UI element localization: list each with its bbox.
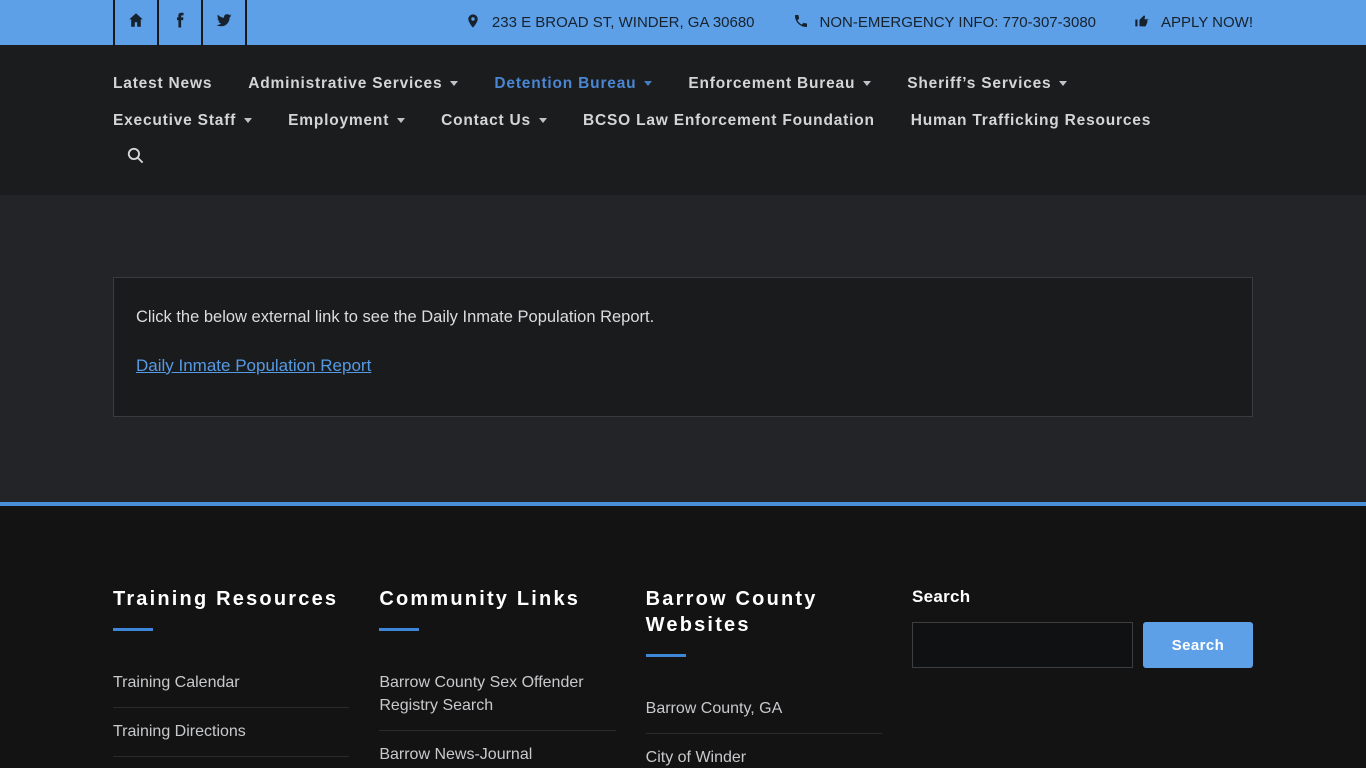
nav-item-bcso-foundation[interactable]: BCSO Law Enforcement Foundation bbox=[583, 112, 875, 130]
caret-down-icon bbox=[397, 118, 406, 123]
nav-item-employment[interactable]: Employment bbox=[288, 111, 406, 130]
facebook-button[interactable] bbox=[159, 0, 203, 45]
address-item: 233 E BROAD ST, WINDER, GA 30680 bbox=[465, 13, 755, 33]
notice-text: Click the below external link to see the… bbox=[136, 308, 655, 326]
nav-item-latest-news[interactable]: Latest News bbox=[113, 75, 212, 93]
footer-heading: Training Resources bbox=[113, 588, 339, 610]
topbar-info: 233 E BROAD ST, WINDER, GA 30680 NON-EME… bbox=[247, 0, 1366, 45]
caret-down-icon bbox=[450, 81, 459, 86]
address-text: 233 E BROAD ST, WINDER, GA 30680 bbox=[491, 14, 755, 31]
nav-row-2: Executive Staff Employment Contact Us BC… bbox=[113, 102, 1253, 139]
nav-item-sheriffs-services[interactable]: Sheriff’s Services bbox=[907, 74, 1068, 93]
inmate-report-notice-box: Click the below external link to see the… bbox=[113, 277, 1253, 417]
map-pin-icon bbox=[465, 13, 481, 33]
footer-link-barrow-county-ga[interactable]: Barrow County, GA bbox=[645, 697, 882, 735]
caret-down-icon bbox=[644, 81, 653, 86]
nav-label: BCSO Law Enforcement Foundation bbox=[582, 111, 875, 129]
nav-label: Administrative Services bbox=[248, 74, 443, 92]
footer-link-training-directions[interactable]: Training Directions bbox=[113, 708, 350, 758]
caret-down-icon bbox=[538, 118, 547, 123]
apply-now-text: APPLY NOW! bbox=[1161, 14, 1253, 31]
nav-label: Latest News bbox=[113, 74, 213, 92]
facebook-icon bbox=[171, 11, 189, 34]
footer-link-city-of-winder[interactable]: City of Winder bbox=[646, 734, 882, 768]
caret-down-icon bbox=[1059, 81, 1068, 86]
nav-item-detention-bureau[interactable]: Detention Bureau bbox=[494, 74, 653, 93]
social-links bbox=[113, 0, 247, 45]
daily-inmate-population-report-link[interactable]: Daily Inmate Population Report bbox=[136, 356, 371, 376]
phone-icon bbox=[793, 13, 809, 33]
heading-underline bbox=[379, 628, 420, 631]
nav-item-executive-staff[interactable]: Executive Staff bbox=[113, 111, 253, 130]
phone-text: NON-EMERGENCY INFO: 770-307-3080 bbox=[819, 14, 1097, 31]
footer-link-training-calendar[interactable]: Training Calendar bbox=[113, 671, 350, 709]
nav-label: Enforcement Bureau bbox=[688, 74, 856, 92]
main-content: Click the below external link to see the… bbox=[0, 195, 1366, 502]
nav-item-enforcement-bureau[interactable]: Enforcement Bureau bbox=[688, 74, 872, 93]
footer-heading: Community Links bbox=[379, 588, 581, 610]
twitter-icon bbox=[215, 11, 233, 34]
phone-item: NON-EMERGENCY INFO: 770-307-3080 bbox=[793, 13, 1096, 33]
twitter-button[interactable] bbox=[203, 0, 247, 45]
nav-item-human-trafficking[interactable]: Human Trafficking Resources bbox=[911, 112, 1151, 130]
footer-column-community-links: Community Links Barrow County Sex Offend… bbox=[379, 586, 616, 768]
nav-label: Executive Staff bbox=[113, 111, 237, 129]
heading-underline bbox=[645, 654, 686, 657]
nav-label: Employment bbox=[288, 111, 390, 129]
footer-link-barrow-news-journal[interactable]: Barrow News-Journal bbox=[379, 731, 615, 768]
footer-column-training-resources: Training Resources Training Calendar Tra… bbox=[113, 586, 350, 768]
footer: Training Resources Training Calendar Tra… bbox=[0, 506, 1366, 768]
footer-search-input[interactable] bbox=[911, 622, 1133, 669]
nav-row-1: Latest News Administrative Services Dete… bbox=[113, 65, 1253, 102]
caret-down-icon bbox=[244, 118, 253, 123]
footer-link-training-request-forms[interactable]: Training Request Forms bbox=[113, 757, 349, 768]
nav-item-contact-us[interactable]: Contact Us bbox=[441, 112, 547, 130]
search-label: Search bbox=[911, 587, 971, 606]
footer-heading: Barrow County Websites bbox=[645, 588, 818, 636]
home-icon bbox=[127, 11, 145, 34]
nav-search-button[interactable] bbox=[126, 146, 145, 170]
nav-label: Contact Us bbox=[441, 111, 531, 129]
nav-label: Human Trafficking Resources bbox=[910, 111, 1152, 129]
nav-label: Sheriff’s Services bbox=[907, 74, 1052, 92]
main-navigation: Latest News Administrative Services Dete… bbox=[0, 45, 1366, 195]
footer-column-barrow-county-websites: Barrow County Websites Barrow County, GA… bbox=[645, 586, 882, 768]
caret-down-icon bbox=[863, 81, 872, 86]
footer-search-widget: Search Search bbox=[911, 586, 1253, 768]
thumbs-up-icon bbox=[1134, 13, 1150, 33]
nav-label: Detention Bureau bbox=[494, 74, 637, 92]
apply-now-link[interactable]: APPLY NOW! bbox=[1134, 13, 1253, 33]
nav-row-3 bbox=[113, 139, 1253, 176]
nav-item-administrative-services[interactable]: Administrative Services bbox=[248, 74, 459, 93]
heading-underline bbox=[113, 628, 153, 631]
topbar: 233 E BROAD ST, WINDER, GA 30680 NON-EME… bbox=[0, 0, 1366, 45]
footer-link-sex-offender-registry[interactable]: Barrow County Sex Offender Registry Sear… bbox=[379, 671, 616, 732]
search-icon bbox=[126, 146, 145, 170]
footer-search-button[interactable]: Search bbox=[1142, 622, 1253, 669]
home-button[interactable] bbox=[115, 0, 159, 45]
